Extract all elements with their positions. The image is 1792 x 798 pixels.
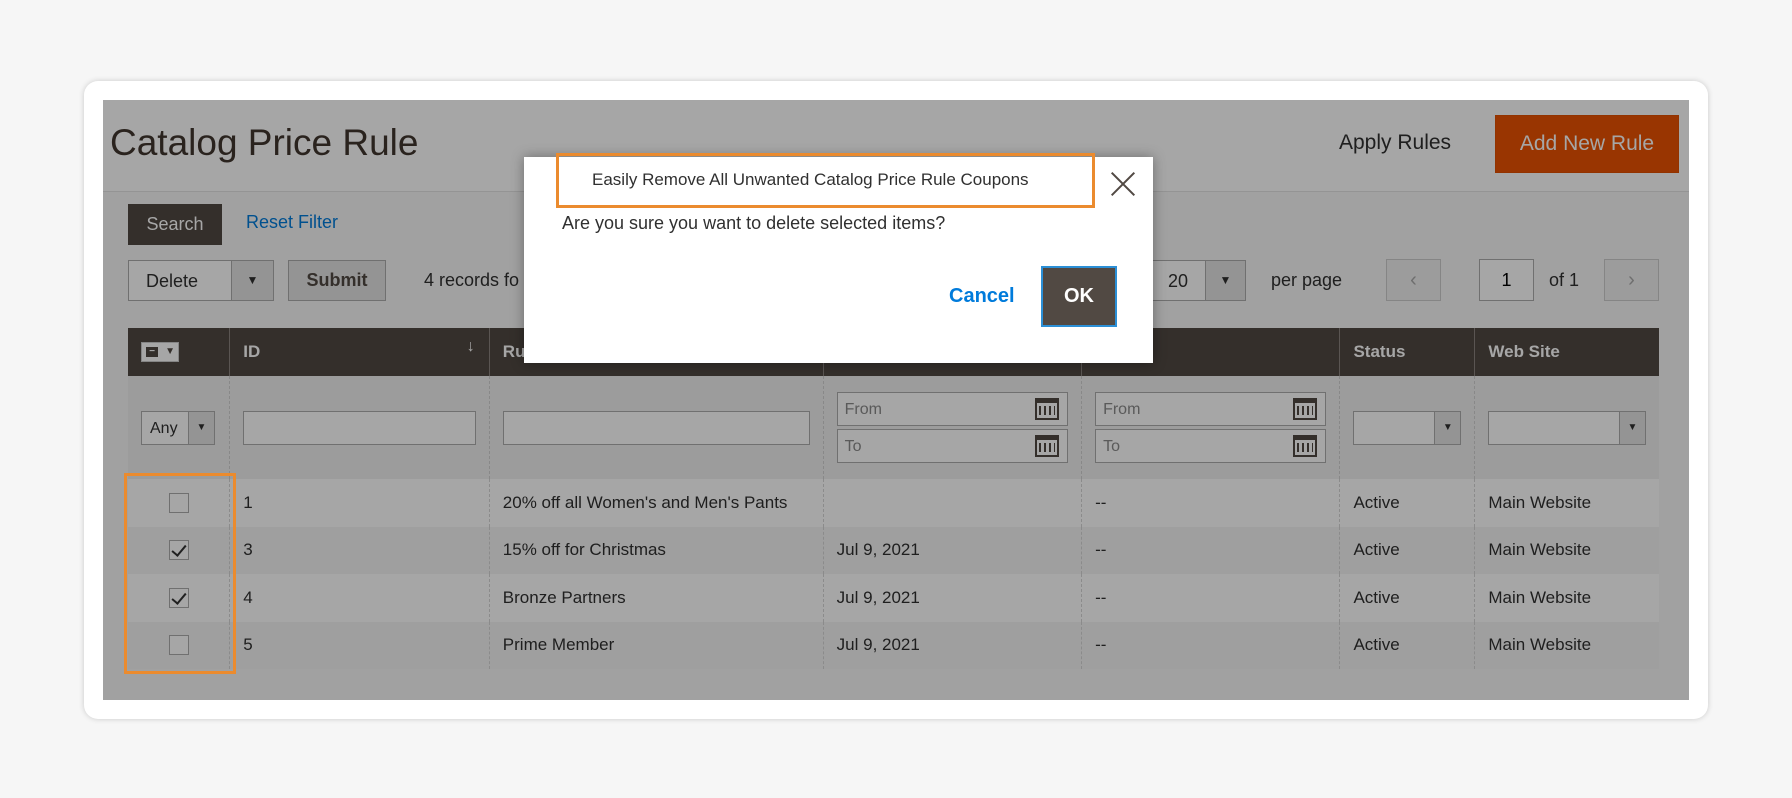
close-icon[interactable] [1109,169,1137,197]
checkbox-highlight-box [124,473,236,674]
ok-button[interactable]: OK [1041,266,1117,327]
cancel-button[interactable]: Cancel [949,285,1015,308]
title-highlight-box [556,153,1095,208]
modal-message: Are you sure you want to delete selected… [562,213,946,233]
